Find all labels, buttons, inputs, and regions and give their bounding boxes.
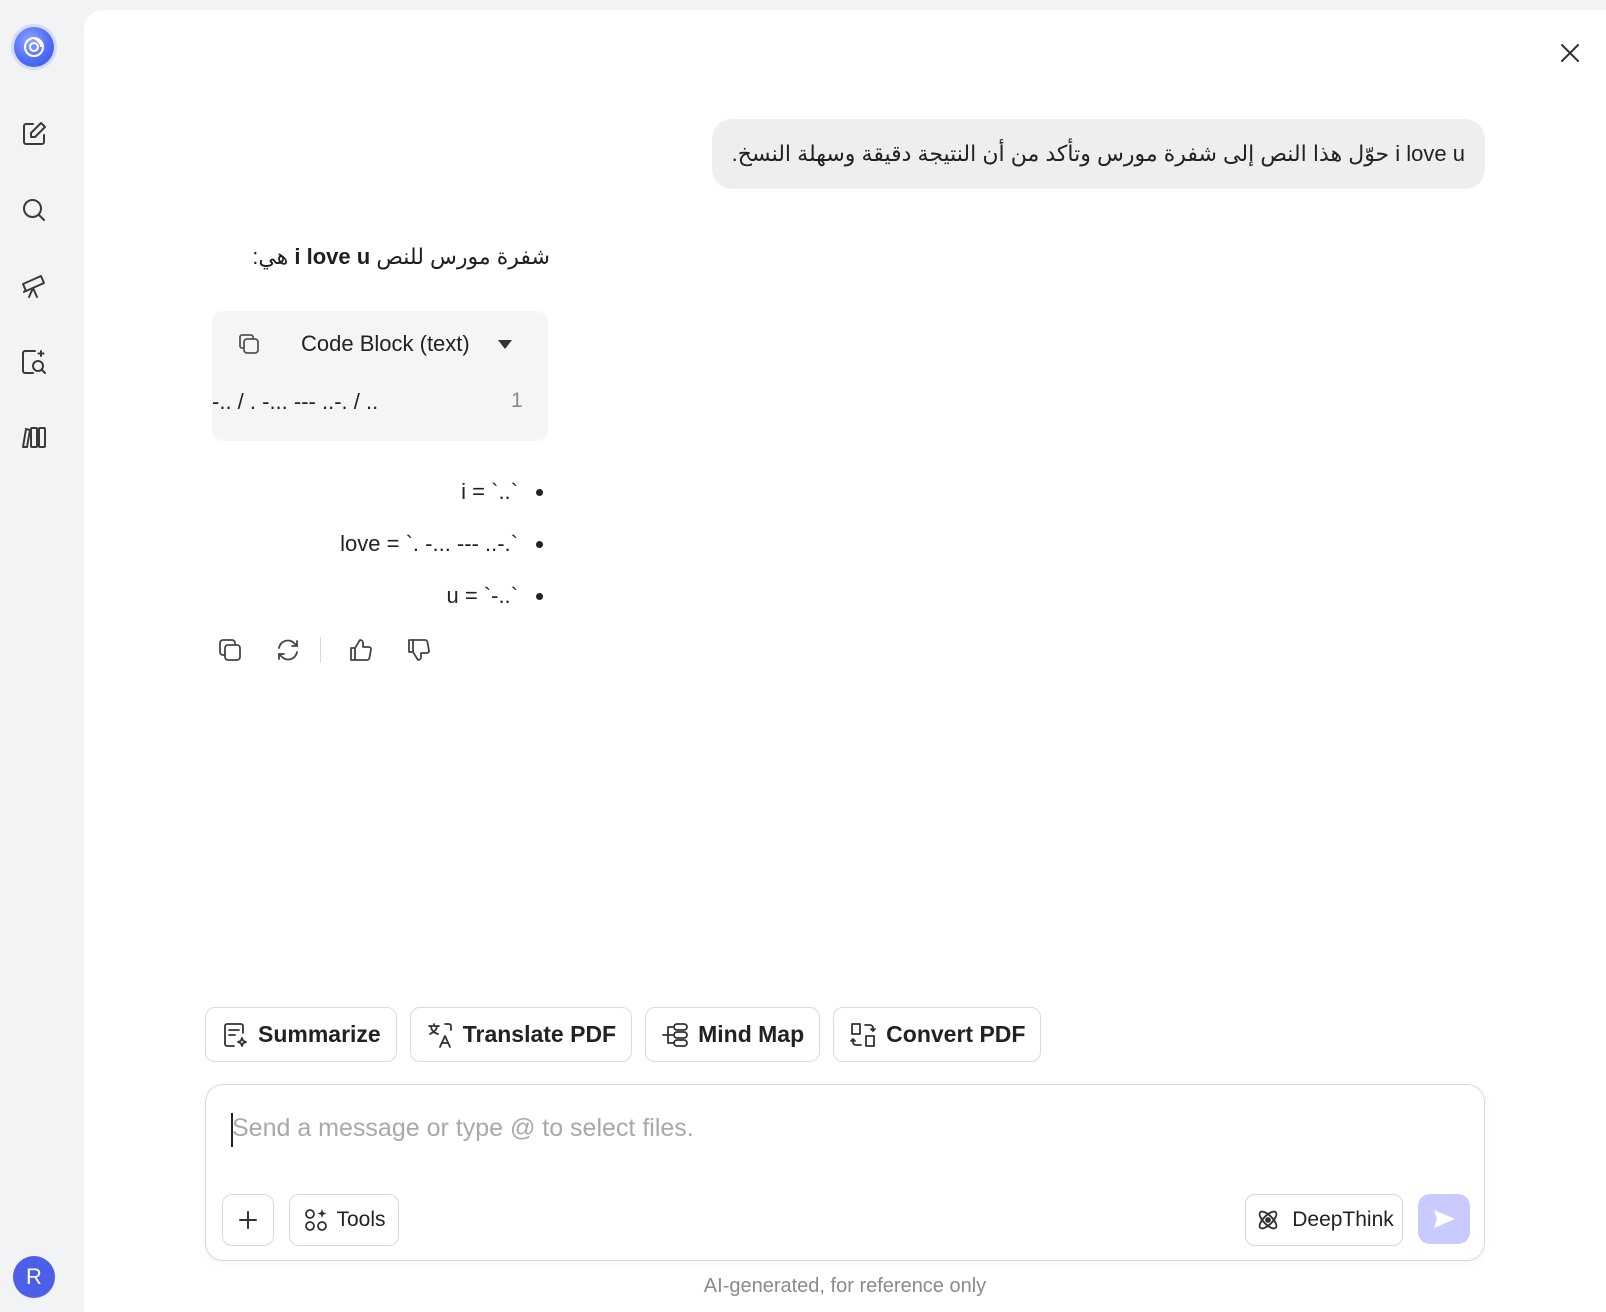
convert-pdf-label: Convert PDF (886, 1021, 1026, 1047)
list-item: i = `..` (280, 466, 545, 518)
translate-pdf-button[interactable]: Translate PDF (409, 1007, 633, 1062)
list-item-text: u = `-..` (446, 583, 518, 608)
code-line: -.. / . -... --- ..-. / .. (212, 389, 379, 414)
telescope-icon[interactable] (14, 265, 54, 305)
bullet-list: i = `..` love = `. -... --- ..-.` u = `-… (280, 466, 545, 622)
library-icon[interactable] (14, 417, 54, 457)
mind-map-icon (660, 1020, 690, 1050)
bullet-dot (536, 540, 543, 548)
app-logo-icon[interactable] (14, 27, 54, 67)
message-actions (212, 630, 459, 670)
deepthink-label: DeepThink (1292, 1208, 1394, 1231)
thumbs-down-icon[interactable] (401, 632, 437, 668)
code-language-label: Code Block (text) (301, 331, 470, 356)
regenerate-icon[interactable] (270, 632, 306, 668)
list-item-text: love = `. -... --- ..-.` (340, 531, 518, 556)
translate-pdf-label: Translate PDF (462, 1021, 617, 1047)
convert-pdf-button[interactable]: Convert PDF (833, 1007, 1042, 1062)
list-item: love = `. -... --- ..-.` (280, 518, 545, 570)
divider (320, 637, 321, 663)
answer-intro: شفرة مورس للنص i love u هي: (252, 244, 550, 270)
deepthink-button[interactable]: DeepThink (1245, 1194, 1403, 1246)
search-icon[interactable] (14, 190, 54, 230)
document-search-icon[interactable] (14, 342, 54, 382)
user-message: i love u حوّل هذا النص إلى شفرة مورس وتأ… (711, 119, 1485, 189)
code-line-number: 1 (511, 389, 523, 412)
copy-code-icon[interactable] (236, 331, 264, 359)
disclaimer-text: AI-generated, for reference only (703, 1275, 987, 1297)
bullet-dot (536, 488, 543, 496)
list-item: u = `-..` (280, 570, 545, 622)
code-block: Code Block (text) -.. / . -... --- ..-. … (212, 311, 548, 441)
answer-intro-suffix: هي: (252, 244, 289, 269)
send-button[interactable] (1418, 1194, 1470, 1244)
plus-icon (239, 1211, 257, 1229)
summarize-icon (220, 1020, 250, 1050)
sidebar: R (0, 0, 84, 1312)
atom-icon (1258, 1210, 1278, 1230)
tools-label: Tools (336, 1208, 386, 1231)
answer-intro-bold: i love u (294, 244, 371, 269)
summarize-button[interactable]: Summarize (205, 1007, 397, 1062)
tools-button[interactable]: Tools (289, 1194, 399, 1246)
text-caret (231, 1113, 233, 1147)
thumbs-up-icon[interactable] (343, 632, 379, 668)
message-input[interactable] (230, 1105, 1434, 1151)
chevron-down-icon[interactable] (497, 338, 513, 350)
list-item-text: i = `..` (461, 479, 518, 504)
close-icon[interactable] (1550, 33, 1590, 73)
convert-icon (848, 1020, 878, 1050)
tools-icon (305, 1209, 328, 1231)
quick-actions: Summarize Translate PDF Mind Map Convert… (205, 1007, 1054, 1062)
bullet-dot (536, 592, 543, 600)
answer-intro-prefix: شفرة مورس للنص (376, 244, 550, 269)
copy-icon[interactable] (212, 632, 248, 668)
mind-map-button[interactable]: Mind Map (645, 1007, 821, 1062)
send-icon (1434, 1210, 1455, 1228)
summarize-label: Summarize (258, 1021, 381, 1047)
avatar[interactable]: R (13, 1256, 55, 1298)
translate-icon (425, 1020, 455, 1050)
mind-map-label: Mind Map (698, 1021, 805, 1047)
new-chat-icon[interactable] (14, 114, 54, 154)
add-attachment-button[interactable] (222, 1194, 274, 1246)
composer: Tools DeepThink (205, 1084, 1485, 1261)
